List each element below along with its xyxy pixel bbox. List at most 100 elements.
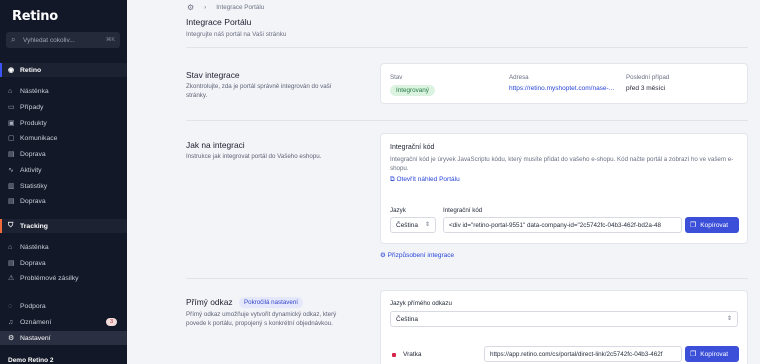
page-title: Integrace Portálu — [186, 17, 252, 27]
customize-integration-link[interactable]: ⚙ Přizpůsobení integrace — [380, 251, 454, 259]
divider — [186, 120, 748, 121]
box-icon: ▣ — [8, 120, 15, 127]
sidebar-item-doprava[interactable]: ▤ Doprava — [0, 147, 127, 161]
language-select-value: Čeština — [396, 221, 419, 229]
sidebar-item-label: Nástěnka — [20, 243, 49, 251]
open-preview-label: Otevřít náhled Portálu — [396, 176, 460, 183]
sidebar-item-nastenka[interactable]: ⌂ Nástěnka — [0, 84, 127, 98]
integration-section-description: Instrukce jak integrovat portál do Vašeh… — [186, 153, 322, 160]
account-name[interactable]: Demo Retino 2 — [8, 357, 54, 364]
truck-icon: ▤ — [8, 260, 15, 267]
sidebar-item-label: Oznámení — [20, 318, 52, 326]
open-preview-link[interactable]: ⧉ Otevřít náhled Portálu — [390, 176, 460, 184]
nav-section-retino[interactable]: ◉ Retino — [0, 63, 127, 77]
sidebar-item-pripady[interactable]: ▭ Případy — [0, 100, 127, 114]
nav-section-label: Retino — [20, 66, 42, 74]
gear-icon[interactable]: ⚙ — [187, 3, 194, 12]
sidebar-item-label: Případy — [20, 103, 44, 111]
bell-icon: ♫ — [8, 318, 14, 326]
divider — [186, 47, 748, 48]
sidebar-item-label: Aktivity — [20, 166, 42, 174]
sidebar-item-doprava-2[interactable]: ▤ Doprava — [0, 194, 127, 208]
status-section-title: Stav integrace — [186, 70, 240, 80]
sidebar-item-aktivity[interactable]: ∿ Aktivity — [0, 163, 127, 177]
last-case-value: před 3 měsíci — [626, 85, 666, 92]
integration-card: Integrační kód Integrační kód je úryvek … — [380, 133, 748, 244]
sidebar-item-produkty[interactable]: ▣ Produkty — [0, 116, 127, 130]
nav-section-label: Tracking — [20, 222, 48, 230]
status-section-description: Zkontrolujte, zda je portál správně inte… — [186, 83, 332, 99]
direct-link-card: Jazyk přímého odkazu Čeština ⇕ Vratka ht… — [380, 290, 748, 364]
portal-address-link[interactable]: https://retino.myshoptet.com/nase-... — [509, 85, 614, 92]
integration-card-title: Integrační kód — [390, 144, 435, 151]
sidebar-item-nastaveni[interactable]: ⚙ Nastavení — [0, 331, 127, 345]
status-card: Stav Integrovaný Adresa https://retino.m… — [380, 63, 748, 104]
copy-direct-link-button[interactable]: ❐ Kopírovat — [685, 346, 739, 362]
breadcrumb: ⚙ › Integrace Portálu — [187, 3, 274, 12]
tracking-section-icon: ⛉ — [8, 222, 14, 229]
sidebar-item-label: Doprava — [20, 150, 46, 158]
copy-code-button[interactable]: ❐ Kopírovat — [685, 217, 739, 233]
direct-link-section-title: Přímý odkaz — [186, 297, 233, 307]
address-label: Adresa — [509, 74, 529, 81]
home-icon: ⌂ — [8, 243, 13, 251]
sidebar: Retino ⌕ Vyhledat cokoliv... ⌘K ◉ Retino… — [0, 0, 127, 364]
chevron-right-icon: › — [204, 4, 207, 11]
truck-icon: ▤ — [8, 198, 15, 205]
direct-link-section-description: Přímý odkaz umožňuje vytvořit dynamický … — [186, 311, 337, 327]
sidebar-item-oznameni[interactable]: ♫ Oznámení 3 — [0, 315, 127, 329]
retino-section-icon: ◉ — [8, 67, 15, 74]
search-input[interactable]: ⌕ Vyhledat cokoliv... ⌘K — [6, 32, 120, 48]
customize-integration-label: Přizpůsobení integrace — [387, 252, 455, 259]
copy-icon: ❐ — [690, 222, 697, 229]
folder-icon: ▭ — [8, 104, 15, 111]
sidebar-item-label: Problémové zásilky — [20, 274, 79, 282]
sidebar-item-label: Statistiky — [20, 182, 48, 190]
divider — [186, 278, 748, 279]
warning-icon: ⚠ — [8, 275, 15, 282]
direct-link-language-label: Jazyk přímého odkazu — [390, 300, 452, 307]
truck-icon: ▤ — [8, 151, 15, 158]
gear-icon: ⚙ — [380, 252, 388, 259]
integration-code-field[interactable]: <div id="retino-portal-9551" data-compan… — [443, 217, 682, 233]
sidebar-item-podpora[interactable]: ◌ Podpora — [0, 299, 127, 313]
sidebar-item-label: Nástěnka — [20, 87, 49, 95]
search-placeholder: Vyhledat cokoliv... — [23, 36, 75, 44]
sidebar-item-komunikace[interactable]: ▢ Komunikace — [0, 131, 127, 145]
sidebar-item-label: Doprava — [20, 259, 46, 267]
sidebar-item-tracking-nastenka[interactable]: ⌂ Nástěnka — [0, 240, 127, 254]
chevron-updown-icon: ⇕ — [726, 316, 732, 322]
sidebar-item-tracking-doprava[interactable]: ▤ Doprava — [0, 256, 127, 270]
status-label: Stav — [390, 74, 403, 81]
copy-button-label: Kopírovat — [700, 350, 729, 358]
help-icon: ◌ — [8, 302, 13, 310]
chat-icon: ▢ — [8, 135, 15, 142]
notification-count-badge: 3 — [105, 318, 117, 326]
chart-icon: ▥ — [8, 183, 15, 190]
direct-link-language-value: Čeština — [396, 315, 419, 323]
sidebar-item-problemove-zasilky[interactable]: ⚠ Problémové zásilky — [0, 271, 127, 285]
return-row-label: Vratka — [403, 351, 422, 358]
language-select[interactable]: Čeština ⇕ — [390, 217, 436, 233]
direct-link-language-select[interactable]: Čeština ⇕ — [390, 311, 738, 327]
home-icon: ⌂ — [8, 87, 13, 95]
integration-card-text: Integrační kód je úryvek JavaScriptu kód… — [390, 156, 734, 172]
main-content: ⚙ › Integrace Portálu Integrace Portálu … — [127, 0, 760, 364]
direct-link-url-field[interactable]: https://app.retino.com/cs/portal/direct-… — [484, 346, 682, 362]
copy-button-label: Kopírovat — [700, 221, 729, 229]
code-label: Integrační kód — [443, 207, 483, 214]
status-badge: Integrovaný — [390, 85, 435, 96]
integration-section-title: Jak na integraci — [186, 140, 245, 150]
copy-icon: ❐ — [690, 351, 697, 358]
language-label: Jazyk — [390, 207, 406, 214]
sidebar-item-label: Doprava — [20, 197, 46, 205]
sidebar-item-label: Komunikace — [20, 134, 58, 142]
nav-section-tracking[interactable]: ⛉ Tracking — [0, 219, 127, 233]
search-icon: ⌕ — [11, 35, 16, 44]
sidebar-item-label: Podpora — [20, 302, 46, 310]
sidebar-item-label: Produkty — [20, 119, 47, 127]
last-case-label: Poslední případ — [626, 74, 670, 81]
chevron-updown-icon: ⇕ — [424, 222, 430, 228]
sidebar-item-statistiky[interactable]: ▥ Statistiky — [0, 179, 127, 193]
gear-icon: ⚙ — [8, 335, 15, 342]
